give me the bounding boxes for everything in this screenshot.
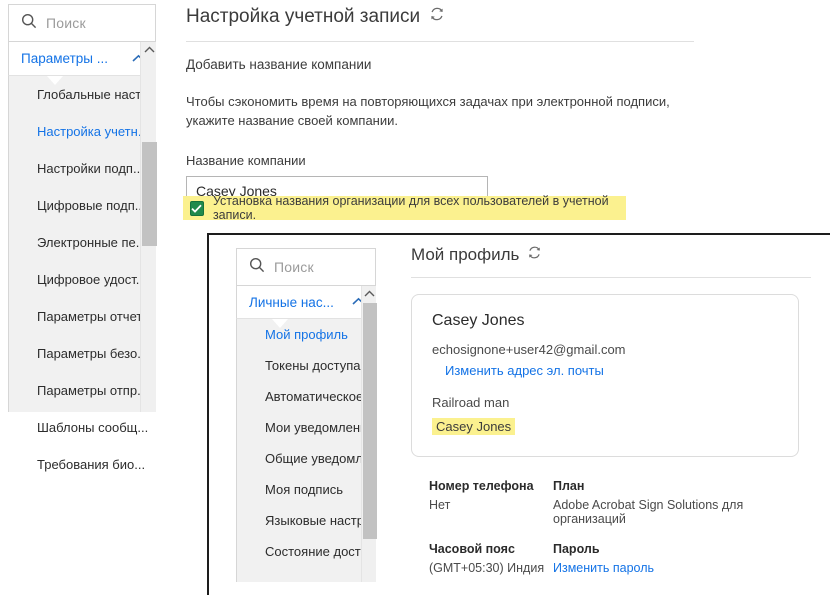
sidebar-item-inner-7[interactable]: Состояние досту... — [237, 536, 376, 567]
sidebar-item-label: Глобальные наст... — [37, 87, 151, 102]
sidebar-item-outer-7[interactable]: Параметры безо... — [9, 335, 156, 372]
scroll-up-arrow-icon[interactable] — [362, 288, 377, 300]
inner-sidebar-group-label: Личные нас... — [249, 294, 334, 310]
inner-search-placeholder-text: Поиск — [274, 259, 314, 275]
sidebar-item-inner-1[interactable]: Токены доступа — [237, 350, 376, 381]
refresh-icon[interactable] — [429, 6, 445, 28]
sidebar-item-inner-4[interactable]: Общие уведомл... — [237, 443, 376, 474]
sidebar-item-label: Языковые настр... — [265, 513, 375, 528]
checkbox-checked-icon[interactable] — [190, 200, 204, 216]
profile-card: Casey Jones echosignone+user42@gmail.com… — [411, 294, 799, 457]
info-label: Часовой пояс — [429, 542, 515, 556]
sidebar-item-label: Токены доступа — [265, 358, 361, 373]
section-description: Чтобы сэкономить время на повторяющихся … — [186, 94, 670, 128]
sidebar-group-header-personal[interactable]: Личные нас... — [236, 286, 376, 319]
sidebar-item-outer-1[interactable]: Настройка учетн... — [9, 113, 156, 150]
inner-title-divider — [411, 277, 811, 278]
profile-name: Casey Jones — [432, 312, 525, 329]
main-content-outer: Настройка учетной записи Добавить назван… — [186, 6, 701, 205]
sidebar-group-header-parameters[interactable]: Параметры ... — [8, 42, 156, 76]
search-icon — [21, 13, 37, 34]
sidebar-item-outer-2[interactable]: Настройки подп... — [9, 150, 156, 187]
inner-search-input[interactable]: Поиск — [236, 248, 376, 286]
sidebar-item-outer-3[interactable]: Цифровые подп... — [9, 187, 156, 224]
search-placeholder-text: Поиск — [46, 15, 86, 31]
org-name-checkbox-row[interactable]: Установка названия организации для всех … — [183, 194, 626, 222]
sidebar-item-outer-9[interactable]: Шаблоны сообщ... — [9, 409, 156, 446]
app-root: Поиск Параметры ... Глобальные наст... На… — [0, 0, 830, 595]
sidebar-item-label: Параметры отчета — [37, 309, 150, 324]
sidebar-item-outer-8[interactable]: Параметры отпр... — [9, 372, 156, 409]
sidebar-item-outer-5[interactable]: Цифровое удост... — [9, 261, 156, 298]
sidebar-item-inner-2[interactable]: Автоматическое ... — [237, 381, 376, 412]
sidebar-item-inner-3[interactable]: Мои уведомления — [237, 412, 376, 443]
info-cell: Номер телефона Нет — [429, 479, 553, 526]
sidebar-item-label: Цифровые подп... — [37, 198, 146, 213]
profile-info-grid: Номер телефона Нет План Adobe Acrobat Sign … — [429, 479, 819, 575]
sidebar-item-label: Автоматическое ... — [265, 389, 376, 404]
change-password-link[interactable]: Изменить пароль — [553, 561, 819, 575]
sidebar-item-label: Электронные пе... — [37, 235, 147, 250]
sidebar-nav-inner: Мой профиль Токены доступа Автоматическое … — [236, 319, 376, 582]
info-row: Номер телефона Нет План Adobe Acrobat Sign … — [429, 479, 819, 526]
scroll-up-arrow-icon[interactable] — [141, 44, 157, 56]
profile-email: echosignone+user42@gmail.com — [432, 342, 626, 357]
page-title-text: Настройка учетной записи — [186, 6, 421, 27]
info-value: (GMT+05:30) Индия — [429, 561, 545, 575]
section-subheading: Добавить название компании — [186, 57, 372, 72]
sidebar-item-label: Шаблоны сообщ... — [37, 420, 149, 435]
sidebar-item-label: Моя подпись — [265, 482, 343, 497]
sidebar-group-label: Параметры ... — [21, 51, 108, 66]
info-value: Нет — [429, 498, 451, 512]
info-cell: Пароль Изменить пароль — [553, 542, 819, 575]
company-name-label: Название компании — [186, 153, 306, 168]
info-value: Adobe Acrobat Sign Solutions для организ… — [553, 498, 744, 526]
sidebar-item-outer-0[interactable]: Глобальные наст... — [9, 76, 156, 113]
sidebar-item-outer-10[interactable]: Требования био... — [9, 446, 156, 483]
scrollbar-thumb[interactable] — [363, 303, 377, 539]
search-input[interactable]: Поиск — [8, 4, 156, 42]
inner-profile-window: Поиск Личные нас... Мой профиль Токены до… — [207, 233, 830, 595]
sidebar-item-label: Параметры безо... — [37, 346, 149, 361]
info-cell: Часовой пояс (GMT+05:30) Индия — [429, 542, 553, 575]
page-title: Настройка учетной записи — [186, 6, 701, 28]
sidebar-item-inner-0[interactable]: Мой профиль — [237, 319, 376, 350]
info-label: Пароль — [553, 542, 600, 556]
sidebar-item-label: Требования био... — [37, 457, 146, 472]
sidebar-item-outer-6[interactable]: Параметры отчета — [9, 298, 156, 335]
sidebar-item-label: Общие уведомл... — [265, 451, 374, 466]
sidebar-item-label: Состояние досту... — [265, 544, 376, 559]
inner-page-title-text: Мой профиль — [411, 245, 520, 264]
title-divider — [186, 41, 694, 42]
sidebar-item-inner-5[interactable]: Моя подпись — [237, 474, 376, 505]
sidebar-item-label: Мой профиль — [265, 327, 348, 342]
sidebar-item-label: Мои уведомления — [265, 420, 375, 435]
inner-page-title: Мой профиль — [411, 245, 821, 265]
info-label: План — [553, 479, 585, 493]
main-content-inner: Мой профиль Casey Jones echosignone+user… — [411, 245, 821, 591]
profile-job-title: Railroad man — [432, 395, 510, 410]
sidebar-item-label: Настройки подп... — [37, 161, 144, 176]
info-label: Номер телефона — [429, 479, 534, 493]
scrollbar-thumb[interactable] — [142, 142, 157, 246]
info-cell: План Adobe Acrobat Sign Solutions для орг… — [553, 479, 819, 526]
search-icon — [249, 257, 265, 278]
info-row: Часовой пояс (GMT+05:30) Индия Пароль Измен… — [429, 542, 819, 575]
org-name-checkbox-label: Установка названия организации для всех … — [212, 194, 609, 222]
refresh-icon[interactable] — [527, 245, 542, 265]
sidebar-scrollbar-inner[interactable] — [361, 286, 377, 582]
sidebar-item-label: Цифровое удост... — [37, 272, 147, 287]
sidebar-item-label: Настройка учетн... — [37, 124, 149, 139]
profile-company-highlighted: Casey Jones — [432, 418, 516, 435]
sidebar-item-label: Параметры отпр... — [37, 383, 148, 398]
sidebar-item-outer-4[interactable]: Электронные пе... — [9, 224, 156, 261]
change-email-link[interactable]: Изменить адрес эл. почты — [445, 363, 778, 378]
sidebar-item-inner-6[interactable]: Языковые настр... — [237, 505, 376, 536]
sidebar-nav-outer: Глобальные наст... Настройка учетн... Наст… — [8, 76, 156, 472]
sidebar-scrollbar-outer[interactable] — [140, 42, 157, 412]
